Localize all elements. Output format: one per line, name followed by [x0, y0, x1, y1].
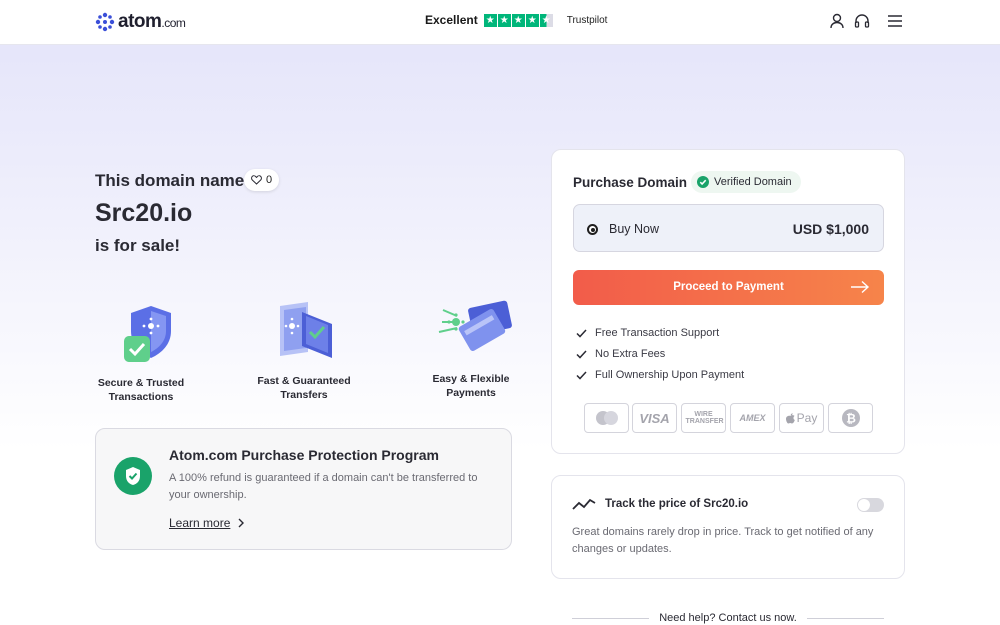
chevron-right-icon — [238, 518, 245, 528]
track-text: Great domains rarely drop in price. Trac… — [572, 526, 874, 555]
arrow-right-icon — [851, 280, 870, 294]
header-icons — [830, 13, 904, 29]
star-icon: ★ — [525, 13, 539, 27]
logo-text: atom.com — [118, 11, 186, 32]
payment-cards-icon — [438, 300, 512, 352]
buy-now-label: Buy Now — [609, 222, 660, 236]
learn-more-label: Learn more — [169, 516, 231, 530]
feature-label: Fast & Guaranteed Transfers — [257, 375, 351, 401]
price-track-card: Track the price of Src20.io Great domain… — [551, 475, 905, 579]
divider-line — [572, 617, 650, 619]
domain-name: Src20.io — [95, 199, 193, 227]
feature-transfer: Fast & Guaranteed Transfers — [255, 300, 353, 402]
help-divider: Need help? Contact us now. — [572, 611, 884, 625]
atom-logo-icon — [95, 12, 115, 32]
proceed-to-payment-button[interactable]: Proceed to Payment — [573, 270, 884, 305]
hero-line3: is for sale! — [95, 236, 181, 255]
protection-program-box: Atom.com Purchase Protection Program A 1… — [95, 428, 512, 550]
buy-now-option[interactable]: Buy Now USD $1,000 — [573, 204, 884, 252]
proceed-label: Proceed to Payment — [673, 281, 784, 293]
heart-icon — [251, 175, 262, 185]
amex-icon: AMEX — [730, 403, 775, 433]
trustpilot-stars: ★ ★ ★ ★ ★ — [483, 13, 553, 27]
divider-line — [806, 617, 884, 619]
verified-check-icon — [697, 176, 709, 188]
protection-text: A 100% refund is guaranteed if a domain … — [169, 472, 478, 501]
like-button[interactable]: 0 — [244, 169, 279, 191]
shield-check-icon — [124, 306, 171, 362]
help-link[interactable]: Need help? Contact us now. — [659, 612, 797, 624]
menu-icon[interactable] — [886, 13, 904, 29]
checkmark-icon — [576, 328, 587, 338]
headset-icon[interactable] — [854, 13, 870, 29]
feature-payments: Easy & Flexible Payments — [425, 300, 517, 400]
purchase-title: Purchase Domain — [573, 175, 688, 190]
apple-pay-icon: Pay — [779, 403, 824, 433]
mastercard-icon — [584, 403, 629, 433]
bitcoin-icon: ₿ — [828, 403, 873, 433]
feature-label: Easy & Flexible Payments — [432, 373, 510, 399]
trustpilot-rating: Excellent — [425, 13, 478, 27]
feature-secure: Secure & Trusted Transactions — [95, 302, 187, 404]
track-price-toggle[interactable] — [857, 498, 884, 512]
checkmark-icon — [576, 349, 587, 359]
visa-icon: VISA — [632, 403, 677, 433]
purchase-card: Purchase Domain Verified Domain Buy Now … — [551, 149, 905, 454]
buy-now-price: USD $1,000 — [792, 221, 869, 237]
star-half-icon: ★ — [539, 13, 553, 27]
trustpilot-widget[interactable]: Excellent ★ ★ ★ ★ ★ Trustpilot — [425, 13, 607, 27]
star-icon: ★ — [483, 13, 497, 27]
check-item: Full Ownership Upon Payment — [576, 369, 744, 381]
like-count: 0 — [265, 174, 273, 186]
feature-label: Secure & Trusted Transactions — [97, 377, 185, 403]
svg-text:₿: ₿ — [846, 412, 856, 426]
shield-check-icon — [114, 457, 152, 495]
hero-line1: This domain name — [95, 171, 245, 190]
track-title: Track the price of Src20.io — [605, 498, 749, 510]
learn-more-link[interactable]: Learn more — [169, 516, 245, 530]
radio-selected-icon[interactable] — [587, 224, 598, 235]
check-item: No Extra Fees — [576, 348, 665, 360]
wire-transfer-icon: WIRE TRANSFER — [681, 403, 726, 433]
check-item: Free Transaction Support — [576, 327, 719, 339]
user-icon[interactable] — [830, 13, 844, 29]
trend-line-icon — [572, 498, 596, 510]
top-header: atom.com Excellent ★ ★ ★ ★ ★ Trustpilot — [0, 0, 1000, 45]
transfer-cards-icon — [280, 302, 332, 358]
verified-badge-label: Verified Domain — [714, 176, 792, 188]
verified-badge: Verified Domain — [691, 171, 801, 193]
protection-title: Atom.com Purchase Protection Program — [169, 447, 439, 463]
star-icon: ★ — [511, 13, 525, 27]
trustpilot-brand: Trustpilot — [566, 14, 608, 26]
star-icon: ★ — [497, 13, 511, 27]
checkmark-icon — [576, 370, 587, 380]
atom-logo[interactable]: atom.com — [95, 11, 186, 33]
